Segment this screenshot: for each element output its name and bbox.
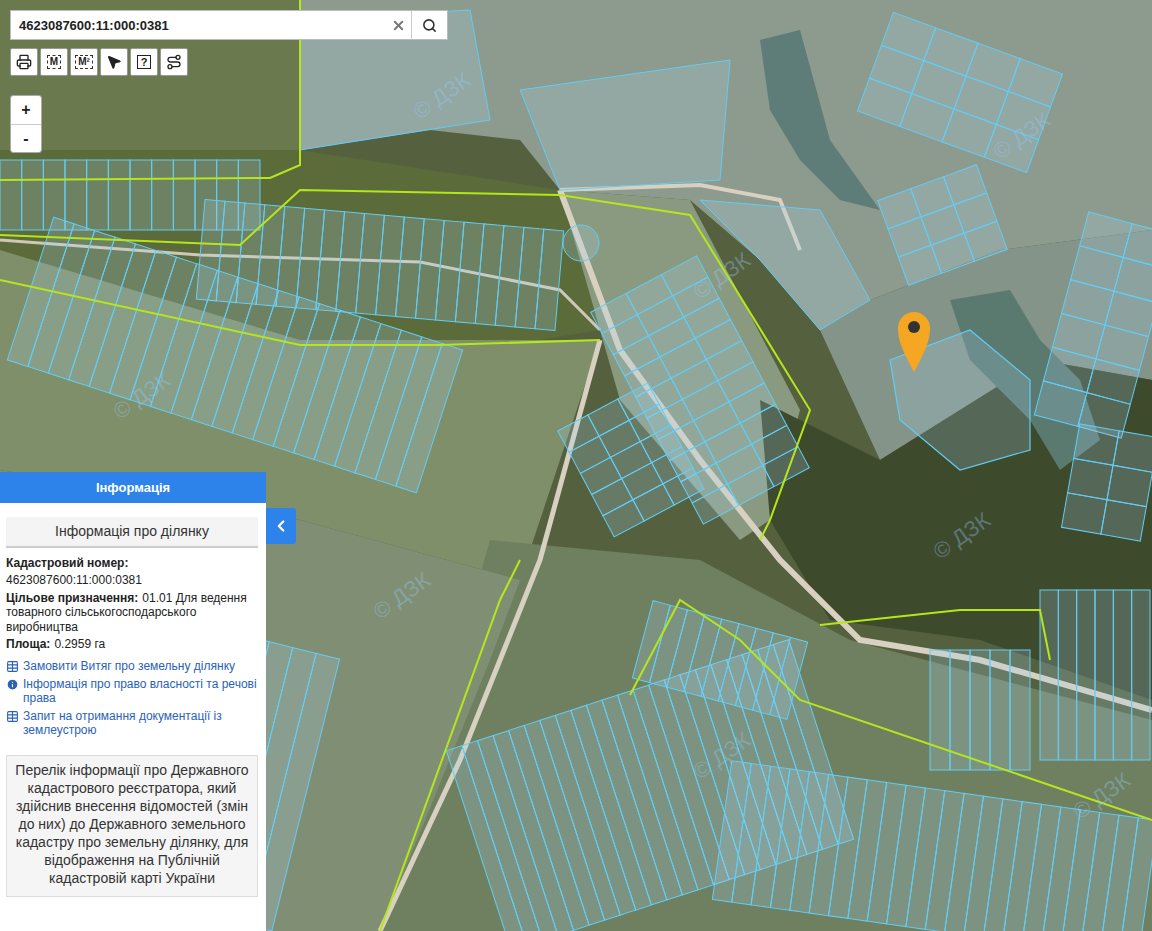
field-value: 0.2959 га <box>54 637 105 651</box>
boundary-line <box>630 600 1152 820</box>
parcel-field: Площа: 0.2959 га <box>6 637 258 651</box>
boundary-line <box>380 560 520 931</box>
parcel-group[interactable] <box>558 383 704 537</box>
map-pin-icon[interactable] <box>898 312 930 372</box>
panel-link[interactable]: Інформація про право власності та речові… <box>6 677 258 706</box>
field-label: Площа: <box>6 637 50 651</box>
info-panel: Інформація Інформація про ділянку Кадастро… <box>0 472 266 931</box>
document-icon <box>6 710 19 723</box>
boundary-line <box>0 190 810 540</box>
boundary-line <box>0 280 600 345</box>
zoom-control: +- <box>10 95 42 153</box>
field-label: Цільове призначення: <box>6 591 138 605</box>
search-button[interactable] <box>411 11 447 39</box>
measure-line-button[interactable]: M <box>40 48 68 76</box>
zoom-in-button[interactable]: + <box>11 96 41 124</box>
cadastral-map-page: © ДЗК © ДЗК © ДЗК © ДЗК © ДЗК © ДЗК © ДЗК © ДЗК… <box>0 0 1152 931</box>
clear-icon <box>391 18 406 33</box>
watermark: © ДЗК <box>929 507 995 564</box>
parcel-field: Кадастровий номер: 4623087600:11:000:0381 <box>6 556 258 588</box>
pointer-icon <box>106 54 122 70</box>
parcel-group[interactable] <box>930 650 1030 770</box>
search-bar <box>10 10 448 40</box>
panel-link[interactable]: Замовити Витяг про земельну ділянку <box>6 659 258 673</box>
search-icon <box>422 18 437 33</box>
watermark: © ДЗК <box>989 107 1055 164</box>
search-input[interactable] <box>11 18 385 33</box>
boundary-line <box>820 610 1050 660</box>
field-label: Кадастровий номер: <box>6 556 254 570</box>
print-icon <box>16 54 32 70</box>
parcel-group[interactable] <box>857 12 1062 172</box>
parcel-group[interactable] <box>632 601 807 720</box>
parcel[interactable] <box>520 60 730 190</box>
parcel[interactable] <box>563 225 599 261</box>
document-icon <box>6 660 19 673</box>
route-button[interactable] <box>160 48 188 76</box>
help-icon: ? <box>137 55 152 69</box>
parcel-group[interactable] <box>7 217 462 493</box>
panel-link[interactable]: Запит на отримання документації із земле… <box>6 709 258 738</box>
select-button[interactable] <box>100 48 128 76</box>
field-area <box>0 470 520 931</box>
parcel-group[interactable] <box>878 165 1007 285</box>
measure-icon: M <box>47 55 61 69</box>
panel-body: Інформація про ділянку Кадастровий номер:… <box>0 503 266 897</box>
help-button[interactable]: ? <box>130 48 158 76</box>
parcel-field: Цільове призначення:01.01 Для ведення то… <box>6 591 258 634</box>
print-button[interactable] <box>10 48 38 76</box>
measure-icon: M² <box>75 55 93 69</box>
clear-button[interactable] <box>385 11 411 39</box>
zoom-out-button[interactable]: - <box>11 124 41 152</box>
parcel-group[interactable] <box>712 761 1152 931</box>
watermark: © ДЗК <box>109 367 175 424</box>
chevron-left-icon <box>272 517 290 535</box>
route-icon <box>166 54 182 70</box>
parcel-group[interactable] <box>1040 590 1150 760</box>
parcel-fields: Кадастровий номер: 4623087600:11:000:0381… <box>6 556 258 651</box>
field-value: 4623087600:11:000:0381 <box>6 573 258 587</box>
watermark: © ДЗК <box>369 567 435 624</box>
watermark: © ДЗК <box>689 247 755 304</box>
registrar-note[interactable]: Перелік інформації про Державного кадаст… <box>6 755 258 896</box>
parcel-group[interactable] <box>1061 424 1152 541</box>
watermark: © ДЗК <box>689 727 755 784</box>
panel-links: Замовити Витяг про земельну ділянку Інфор… <box>6 659 258 737</box>
measure-area-button[interactable]: M² <box>70 48 98 76</box>
parcel-group[interactable] <box>1034 212 1152 438</box>
collapse-panel-button[interactable] <box>266 508 296 544</box>
pond <box>760 30 880 210</box>
section-title: Інформація про ділянку <box>6 517 258 548</box>
watermark: © ДЗК <box>409 67 475 124</box>
panel-header: Інформація <box>0 472 266 503</box>
info-icon <box>6 678 19 691</box>
watermark: © ДЗК <box>1069 767 1135 824</box>
toolbar: M M²? <box>10 48 188 76</box>
